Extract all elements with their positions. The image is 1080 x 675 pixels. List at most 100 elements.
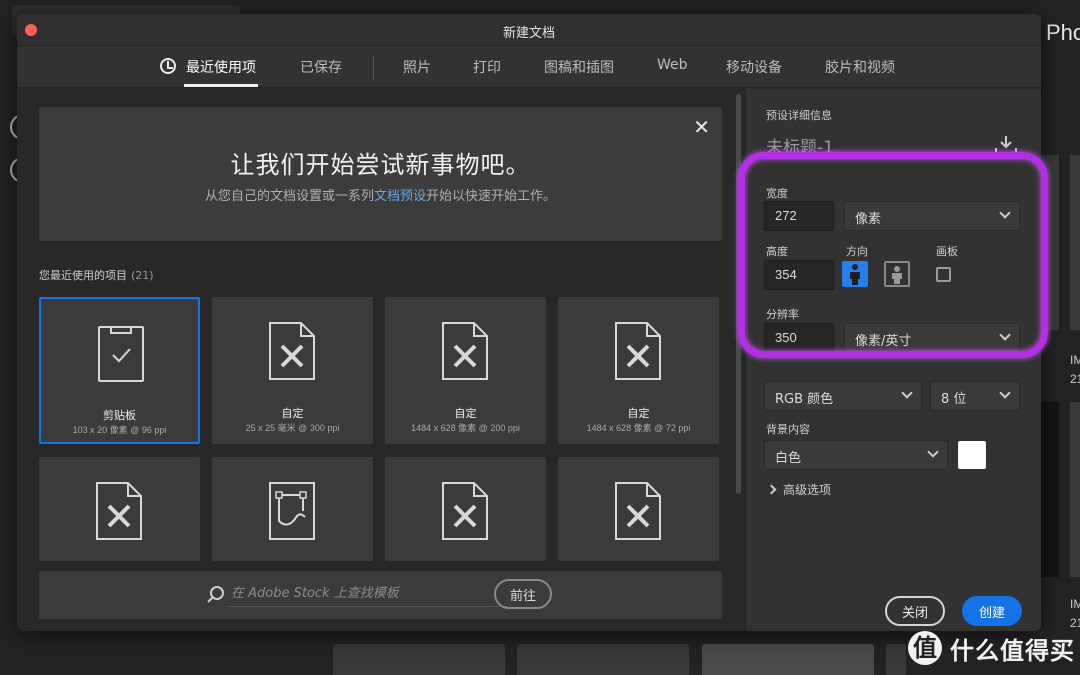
welcome-banner: 让我们开始尝试新事物吧。 从您自己的文档设置或一系列文档预设开始以快速开始工作。… <box>39 107 722 241</box>
background-label: IM <box>1070 353 1080 367</box>
welcome-subtitle-text: 开始以快速开始工作。 <box>426 189 557 204</box>
recent-item-tile[interactable]: 自定 1484 x 628 像素 @ 200 ppi <box>385 297 546 444</box>
landscape-orientation-button[interactable] <box>884 261 910 287</box>
resolution-input[interactable]: 350 <box>764 323 834 353</box>
recent-items-count: (21) <box>131 269 154 282</box>
landscape-person-icon <box>892 266 902 284</box>
width-input[interactable]: 272 <box>764 201 834 231</box>
stock-go-button[interactable]: 前往 <box>494 579 552 609</box>
new-document-dialog: 新建文档 最近使用项 已保存 照片 打印 图稿和插图 Web 移动设备 胶片和视… <box>17 14 1041 631</box>
recent-item-name: 自定 <box>627 407 650 420</box>
presets-scrollbar[interactable] <box>736 94 741 494</box>
tab-art-illustration[interactable]: 图稿和插图 <box>544 57 614 77</box>
document-presets-link[interactable]: 文档预设 <box>374 189 426 204</box>
orientation-label: 方向 <box>846 245 868 258</box>
document-name-field[interactable]: 未标题-1 <box>766 133 834 158</box>
bit-depth-select[interactable]: 8 位 <box>930 381 1020 411</box>
artboard-label: 画板 <box>936 245 958 258</box>
watermark-logo: 值 <box>908 631 942 665</box>
tab-web[interactable]: Web <box>657 57 688 73</box>
recent-item-tile[interactable] <box>212 457 373 561</box>
resolution-label: 分辨率 <box>766 308 799 321</box>
background-thumbnail <box>1041 402 1059 577</box>
color-mode-value: RGB 颜色 <box>775 392 834 407</box>
background-contents-select[interactable]: 白色 <box>764 440 948 470</box>
recent-item-tile[interactable]: 剪贴板 103 x 20 像素 @ 96 ppi <box>39 297 200 444</box>
background-tile <box>333 644 505 675</box>
tab-film-video[interactable]: 胶片和视频 <box>825 57 895 77</box>
clock-icon <box>160 58 176 74</box>
chevron-down-icon <box>999 387 1011 399</box>
background-color-swatch[interactable] <box>958 441 986 469</box>
background-tile <box>702 644 874 675</box>
chevron-down-icon <box>901 387 913 399</box>
background-contents-label: 背景内容 <box>766 423 810 436</box>
preset-details-label: 预设详细信息 <box>766 109 832 122</box>
portrait-orientation-button[interactable] <box>842 261 868 287</box>
save-preset-icon[interactable] <box>994 134 1018 156</box>
tab-saved[interactable]: 已保存 <box>300 57 342 77</box>
dialog-title: 新建文档 <box>502 26 555 41</box>
document-pencil-icon <box>442 322 488 380</box>
recent-item-meta: 25 x 25 毫米 @ 300 ppi <box>245 423 340 433</box>
recent-item-name: 自定 <box>281 407 304 420</box>
artboard-checkbox[interactable] <box>936 267 951 282</box>
clipboard-icon <box>98 326 144 382</box>
recent-items-label: 您最近使用的项目 <box>39 269 127 282</box>
background-label: IM <box>1070 597 1080 611</box>
recent-item-tile[interactable]: 自定 1484 x 628 像素 @ 72 ppi <box>558 297 719 444</box>
height-label: 高度 <box>766 245 788 258</box>
recent-item-meta: 103 x 20 像素 @ 96 ppi <box>72 425 167 435</box>
tab-recent[interactable]: 最近使用项 <box>186 57 256 77</box>
tab-mobile[interactable]: 移动设备 <box>726 57 782 77</box>
recent-item-name: 剪贴板 <box>103 409 136 422</box>
category-tabs: 最近使用项 已保存 照片 打印 图稿和插图 Web 移动设备 胶片和视频 <box>17 46 1041 88</box>
document-pencil-icon <box>615 482 661 540</box>
document-pencil-icon <box>269 322 315 380</box>
watermark-text: 什么值得买 <box>950 636 1075 665</box>
welcome-subtitle: 从您自己的文档设置或一系列文档预设开始以快速开始工作。 <box>39 185 722 204</box>
close-icon[interactable]: ✕ <box>693 115 710 139</box>
chevron-down-icon <box>999 207 1011 219</box>
advanced-options-label: 高级选项 <box>783 483 832 497</box>
recent-item-tile[interactable] <box>39 457 200 561</box>
recent-items-heading: 您最近使用的项目 (21) <box>39 267 154 283</box>
chevron-down-icon <box>999 329 1011 341</box>
chevron-right-icon <box>766 484 777 495</box>
document-pencil-icon <box>615 322 661 380</box>
adobe-stock-search-bar: 前往 <box>39 571 722 619</box>
presets-pane: 让我们开始尝试新事物吧。 从您自己的文档设置或一系列文档预设开始以快速开始工作。… <box>17 89 745 631</box>
recent-item-name: 自定 <box>454 407 477 420</box>
bit-depth-value: 8 位 <box>941 392 967 407</box>
watermark: 值 什么值得买 <box>908 630 1075 666</box>
advanced-options-toggle[interactable]: 高级选项 <box>766 481 832 498</box>
recent-item-meta: 1484 x 628 像素 @ 72 ppi <box>586 423 691 433</box>
color-mode-select[interactable]: RGB 颜色 <box>764 381 922 411</box>
background-thumbnail <box>1041 155 1059 330</box>
create-button[interactable]: 创建 <box>962 596 1022 626</box>
recent-item-tile[interactable] <box>558 457 719 561</box>
background-label: 21 <box>1070 372 1080 386</box>
welcome-title: 让我们开始尝试新事物吧。 <box>230 151 531 179</box>
stock-search-input[interactable] <box>227 581 507 607</box>
active-tab-indicator <box>184 84 258 87</box>
search-icon <box>207 586 224 603</box>
welcome-subtitle-text: 从您自己的文档设置或一系列 <box>204 189 374 204</box>
resolution-unit-value: 像素/英寸 <box>855 334 912 349</box>
close-button[interactable]: 关闭 <box>885 596 945 626</box>
recent-item-tile[interactable] <box>385 457 546 561</box>
resolution-unit-select[interactable]: 像素/英寸 <box>844 323 1020 353</box>
width-unit-select[interactable]: 像素 <box>844 201 1020 231</box>
height-input[interactable]: 354 <box>764 260 834 290</box>
portrait-person-icon <box>850 264 860 285</box>
width-unit-value: 像素 <box>855 212 882 227</box>
tab-photo[interactable]: 照片 <box>403 57 431 77</box>
background-thumbnail <box>1070 155 1080 330</box>
tab-print[interactable]: 打印 <box>473 57 501 77</box>
artboard-path-icon <box>269 482 315 540</box>
recent-item-tile[interactable]: 自定 25 x 25 毫米 @ 300 ppi <box>212 297 373 444</box>
tab-divider <box>373 56 374 80</box>
recent-item-meta: 1484 x 628 像素 @ 200 ppi <box>411 423 520 433</box>
background-label: 21 <box>1070 616 1080 630</box>
background-contents-value: 白色 <box>775 451 802 466</box>
